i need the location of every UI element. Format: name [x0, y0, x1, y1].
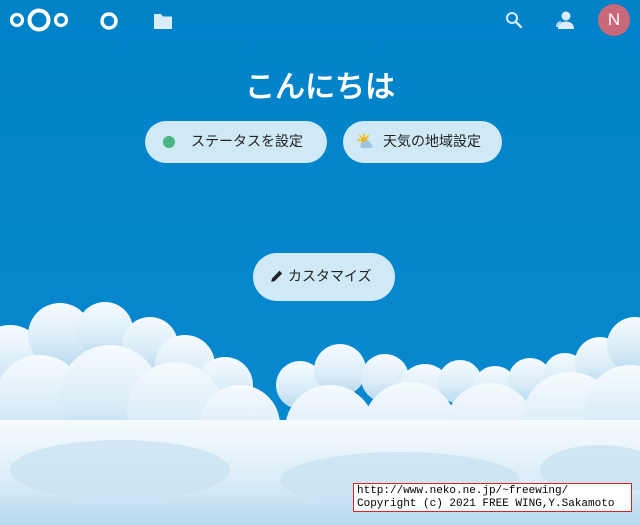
pencil-icon — [271, 270, 283, 282]
partly-cloudy-icon — [357, 133, 373, 148]
weather-location-label: 天気の地域設定 — [383, 134, 481, 150]
watermark-url: http://www.neko.ne.jp/~freewing/ — [357, 485, 569, 497]
watermark-copyright: Copyright (c) 2021 FREE WING,Y.Sakamoto — [357, 498, 615, 510]
dashboard-icon[interactable] — [98, 10, 120, 32]
search-icon[interactable] — [504, 10, 524, 30]
files-icon[interactable] — [152, 10, 174, 32]
online-status-icon — [163, 136, 175, 148]
greeting-heading: こんにちは — [245, 70, 395, 105]
weather-location-button[interactable]: 天気の地域設定 — [343, 121, 502, 163]
dashboard-page: N こんにちは ステータスを設定 天気の地域設定 カスタマイズ http://w… — [0, 0, 640, 525]
nextcloud-logo-icon[interactable] — [8, 6, 70, 34]
user-avatar[interactable]: N — [598, 4, 630, 36]
set-status-button[interactable]: ステータスを設定 — [145, 121, 327, 163]
customize-button[interactable]: カスタマイズ — [253, 253, 395, 301]
copyright-watermark: http://www.neko.ne.jp/~freewing/ Copyrig… — [353, 483, 632, 512]
header-bar: N — [0, 0, 640, 42]
contacts-icon[interactable] — [554, 9, 576, 31]
customize-label: カスタマイズ — [288, 269, 372, 285]
set-status-label: ステータスを設定 — [191, 134, 303, 150]
